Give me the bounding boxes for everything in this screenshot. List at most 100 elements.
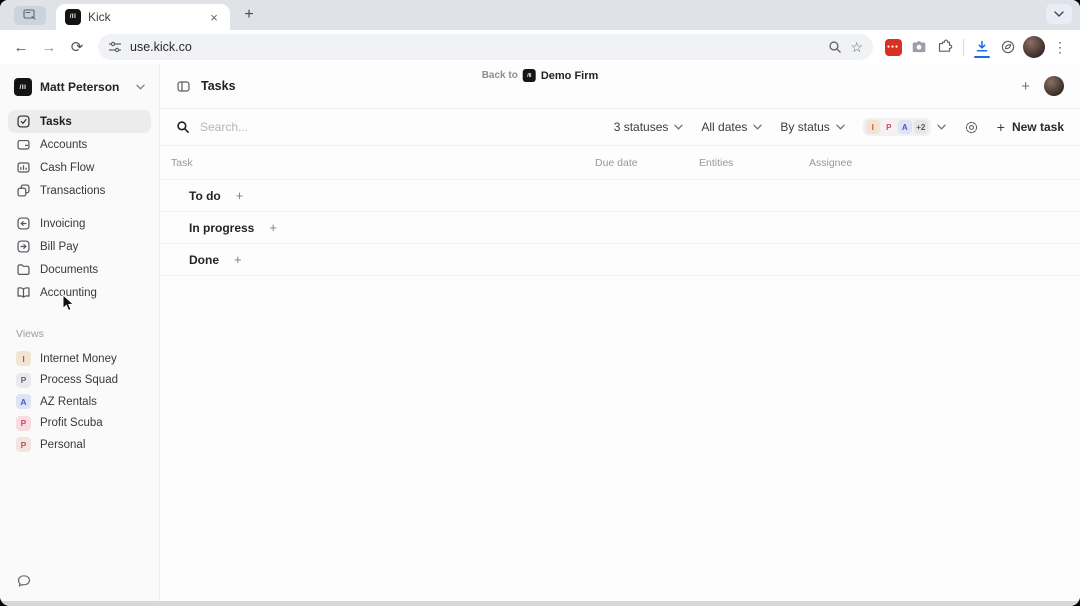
user-avatar[interactable]	[1044, 76, 1064, 96]
column-due-date[interactable]: Due date	[595, 157, 699, 169]
back-to-firm-banner[interactable]: Back to /II Demo Firm	[482, 69, 599, 82]
sidebar-item-accounting[interactable]: Accounting	[8, 281, 151, 304]
sidebar-item-accounts[interactable]: Accounts	[8, 133, 151, 156]
site-settings-icon[interactable]	[108, 40, 122, 54]
group-row-todo[interactable]: To do +	[160, 180, 1080, 212]
chevron-down-icon	[753, 124, 762, 130]
new-task-label: New task	[1012, 120, 1064, 134]
browser-tab-kick[interactable]: /II Kick ×	[56, 4, 230, 30]
tasks-icon	[16, 114, 31, 129]
extensions-puzzle-icon[interactable]	[933, 35, 957, 59]
sidebar: /II Matt Peterson Tasks Accounts	[0, 64, 160, 601]
downloads-icon[interactable]	[970, 35, 994, 59]
date-filter-label: All dates	[701, 120, 747, 134]
kick-logo-small: /II	[523, 69, 536, 82]
group-label: Done	[189, 253, 219, 267]
entity-chip-overflow: +2	[914, 120, 928, 134]
view-name: Profit Scuba	[40, 417, 103, 429]
chevron-down-icon	[674, 124, 683, 130]
transactions-icon	[16, 183, 31, 198]
extension-camera-icon[interactable]	[907, 35, 931, 59]
search-box[interactable]	[176, 119, 398, 135]
entity-chip: A	[898, 120, 912, 134]
sidebar-item-label: Accounting	[40, 287, 97, 299]
sidebar-item-tasks[interactable]: Tasks	[8, 110, 151, 133]
tab-organizer-button[interactable]	[14, 6, 46, 25]
performance-icon[interactable]	[996, 35, 1020, 59]
bill-pay-icon	[16, 239, 31, 254]
browser-window: /II Kick × + ← → ⟳ use.kick.co ☆	[0, 0, 1080, 606]
view-item-internet-money[interactable]: I Internet Money	[8, 348, 151, 370]
address-bar[interactable]: use.kick.co ☆	[98, 34, 873, 60]
sidebar-item-documents[interactable]: Documents	[8, 258, 151, 281]
toolbar-divider	[963, 39, 964, 56]
add-task-icon[interactable]: +	[234, 252, 242, 267]
workspace-switcher[interactable]: /II Matt Peterson	[8, 76, 151, 110]
column-entities[interactable]: Entities	[699, 157, 809, 169]
sidebar-item-label: Invoicing	[40, 218, 85, 230]
ledger-book-icon	[16, 285, 31, 300]
add-task-icon[interactable]: +	[269, 220, 277, 235]
new-task-button[interactable]: + New task	[997, 119, 1064, 135]
workspace-logo: /II	[14, 78, 32, 96]
entity-chip: P	[882, 120, 896, 134]
add-task-icon[interactable]: +	[236, 188, 244, 203]
wallet-icon	[16, 137, 31, 152]
sidebar-item-bill-pay[interactable]: Bill Pay	[8, 235, 151, 258]
status-filter-dropdown[interactable]: 3 statuses	[614, 120, 684, 134]
new-tab-button[interactable]: +	[236, 2, 262, 28]
sidebar-item-label: Cash Flow	[40, 162, 94, 174]
user-photo	[1044, 76, 1064, 96]
column-assignee[interactable]: Assignee	[809, 157, 1080, 169]
entity-chip-group: I P A +2	[863, 118, 931, 136]
browser-toolbar: ← → ⟳ use.kick.co ☆ ●●●	[0, 30, 1080, 64]
tab-search-chevron-button[interactable]	[1046, 4, 1072, 24]
back-button[interactable]: ←	[8, 34, 34, 60]
tab-close-icon[interactable]: ×	[206, 9, 222, 25]
reload-button[interactable]: ⟳	[64, 34, 90, 60]
sidebar-item-label: Transactions	[40, 185, 105, 197]
sidebar-item-invoicing[interactable]: Invoicing	[8, 212, 151, 235]
bookmark-star-icon[interactable]: ☆	[850, 39, 863, 56]
support-chat-icon[interactable]	[16, 573, 151, 589]
group-label: To do	[189, 189, 221, 203]
sidebar-item-transactions[interactable]: Transactions	[8, 179, 151, 202]
zoom-icon[interactable]	[828, 40, 842, 54]
chevron-down-icon	[937, 124, 946, 130]
plus-icon: +	[997, 119, 1005, 135]
red-extension-badge: ●●●	[885, 39, 902, 56]
view-item-az-rentals[interactable]: A AZ Rentals	[8, 391, 151, 413]
view-name: Internet Money	[40, 353, 117, 365]
sidebar-toggle-icon[interactable]	[176, 79, 191, 94]
header-actions: +	[1021, 76, 1064, 96]
tab-title: Kick	[88, 10, 199, 24]
workspace-name: Matt Peterson	[40, 80, 128, 94]
filter-toolbar: 3 statuses All dates By status I	[160, 109, 1080, 146]
forward-button[interactable]: →	[36, 34, 62, 60]
sidebar-item-cash-flow[interactable]: Cash Flow	[8, 156, 151, 179]
browser-menu-icon[interactable]: ⋮	[1048, 35, 1072, 59]
view-name: Process Squad	[40, 374, 118, 386]
views-section-label: Views	[8, 328, 151, 340]
entity-filter-dropdown[interactable]: I P A +2	[863, 118, 946, 136]
header-plus-icon[interactable]: +	[1021, 78, 1030, 95]
profile-photo	[1023, 36, 1045, 58]
group-row-done[interactable]: Done +	[160, 244, 1080, 276]
group-row-in-progress[interactable]: In progress +	[160, 212, 1080, 244]
chevron-down-icon	[136, 84, 145, 90]
view-item-personal[interactable]: P Personal	[8, 434, 151, 456]
extension-screen-recorder-icon[interactable]: ●●●	[881, 35, 905, 59]
entity-chip: I	[866, 120, 880, 134]
view-item-profit-scuba[interactable]: P Profit Scuba	[8, 413, 151, 435]
sort-label: By status	[780, 120, 829, 134]
search-input[interactable]	[198, 119, 398, 135]
view-item-process-squad[interactable]: P Process Squad	[8, 370, 151, 392]
column-task[interactable]: Task	[171, 157, 595, 169]
sort-dropdown[interactable]: By status	[780, 120, 844, 134]
chevron-down-icon	[836, 124, 845, 130]
date-filter-dropdown[interactable]: All dates	[701, 120, 762, 134]
url-text[interactable]: use.kick.co	[130, 40, 820, 54]
settings-gear-icon[interactable]	[964, 120, 979, 135]
sidebar-item-label: Bill Pay	[40, 241, 78, 253]
browser-profile-avatar[interactable]	[1022, 35, 1046, 59]
